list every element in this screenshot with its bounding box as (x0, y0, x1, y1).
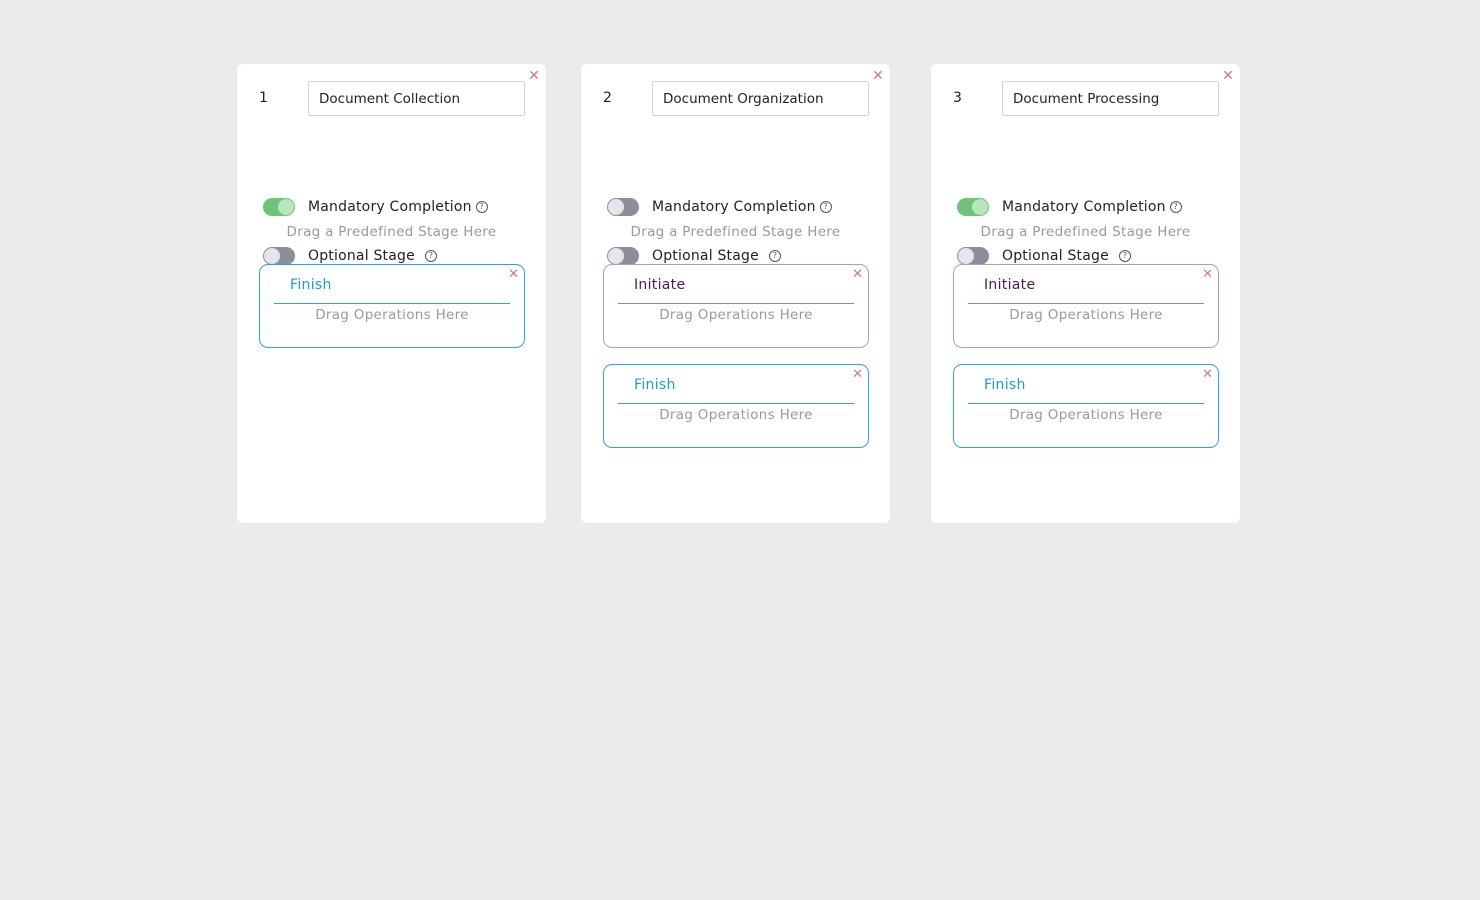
stage-name-input[interactable] (652, 81, 869, 116)
divider (968, 403, 1204, 404)
close-icon[interactable]: ✕ (528, 69, 540, 83)
mandatory-completion-row: Mandatory Completion ? (957, 197, 1182, 217)
stage-card: ✕ 3 Mandatory Completion ? Optional Stag… (931, 64, 1240, 523)
sub-stage-finish[interactable]: Finish ✕ Drag Operations Here (603, 364, 869, 448)
sub-stage-finish[interactable]: Finish ✕ Drag Operations Here (259, 264, 525, 348)
predefined-stage-drop-zone[interactable]: Drag a Predefined Stage Here (237, 224, 546, 240)
close-icon[interactable]: ✕ (852, 368, 863, 381)
mandatory-completion-toggle[interactable] (607, 198, 639, 216)
mandatory-completion-label: Mandatory Completion (652, 199, 816, 215)
help-icon[interactable]: ? (819, 201, 832, 213)
stage-name-input[interactable] (308, 81, 525, 116)
close-icon[interactable]: ✕ (872, 69, 884, 83)
sub-stage-title: Finish (290, 277, 332, 293)
operations-drop-zone[interactable]: Drag Operations Here (954, 407, 1218, 423)
predefined-stage-drop-zone[interactable]: Drag a Predefined Stage Here (931, 224, 1240, 240)
stage-number: 2 (603, 90, 612, 106)
toggle-knob (278, 199, 294, 215)
sub-stage-title: Initiate (634, 277, 686, 293)
help-icon[interactable]: ? (424, 250, 437, 262)
toggle-knob (972, 199, 988, 215)
stage-number: 1 (259, 90, 268, 106)
help-icon[interactable]: ? (475, 201, 488, 213)
operations-drop-zone[interactable]: Drag Operations Here (954, 307, 1218, 323)
toggle-knob (608, 248, 624, 264)
stage-name-input[interactable] (1002, 81, 1219, 116)
toggle-knob (264, 248, 280, 264)
stage-card: ✕ 1 Mandatory Completion ? Optional Stag… (237, 64, 546, 523)
stage-card: ✕ 2 Mandatory Completion ? Optional Stag… (581, 64, 890, 523)
stage-number: 3 (953, 90, 962, 106)
optional-stage-toggle[interactable] (607, 247, 639, 265)
optional-stage-row: Optional Stage ? (607, 246, 781, 266)
optional-stage-label: Optional Stage (1002, 248, 1109, 264)
operations-drop-zone[interactable]: Drag Operations Here (604, 407, 868, 423)
sub-stage-initiate[interactable]: Initiate ✕ Drag Operations Here (953, 264, 1219, 348)
operations-drop-zone[interactable]: Drag Operations Here (260, 307, 524, 323)
optional-stage-label: Optional Stage (308, 248, 415, 264)
divider (968, 303, 1204, 304)
optional-stage-label: Optional Stage (652, 248, 759, 264)
divider (618, 303, 854, 304)
close-icon[interactable]: ✕ (1222, 69, 1234, 83)
operations-drop-zone[interactable]: Drag Operations Here (604, 307, 868, 323)
close-icon[interactable]: ✕ (1202, 268, 1213, 281)
optional-stage-toggle[interactable] (957, 247, 989, 265)
sub-stage-title: Finish (984, 377, 1026, 393)
help-icon[interactable]: ? (1169, 201, 1182, 213)
help-icon[interactable]: ? (768, 250, 781, 262)
optional-stage-toggle[interactable] (263, 247, 295, 265)
mandatory-completion-label: Mandatory Completion (308, 199, 472, 215)
mandatory-completion-toggle[interactable] (263, 198, 295, 216)
predefined-stage-drop-zone[interactable]: Drag a Predefined Stage Here (581, 224, 890, 240)
optional-stage-row: Optional Stage ? (957, 246, 1131, 266)
close-icon[interactable]: ✕ (508, 268, 519, 281)
toggle-knob (958, 248, 974, 264)
close-icon[interactable]: ✕ (1202, 368, 1213, 381)
sub-stage-title: Initiate (984, 277, 1036, 293)
optional-stage-row: Optional Stage ? (263, 246, 437, 266)
divider (274, 303, 510, 304)
toggle-knob (608, 199, 624, 215)
mandatory-completion-row: Mandatory Completion ? (607, 197, 832, 217)
sub-stage-initiate[interactable]: Initiate ✕ Drag Operations Here (603, 264, 869, 348)
help-icon[interactable]: ? (1118, 250, 1131, 262)
sub-stage-title: Finish (634, 377, 676, 393)
close-icon[interactable]: ✕ (852, 268, 863, 281)
divider (618, 403, 854, 404)
mandatory-completion-row: Mandatory Completion ? (263, 197, 488, 217)
mandatory-completion-toggle[interactable] (957, 198, 989, 216)
mandatory-completion-label: Mandatory Completion (1002, 199, 1166, 215)
sub-stage-finish[interactable]: Finish ✕ Drag Operations Here (953, 364, 1219, 448)
